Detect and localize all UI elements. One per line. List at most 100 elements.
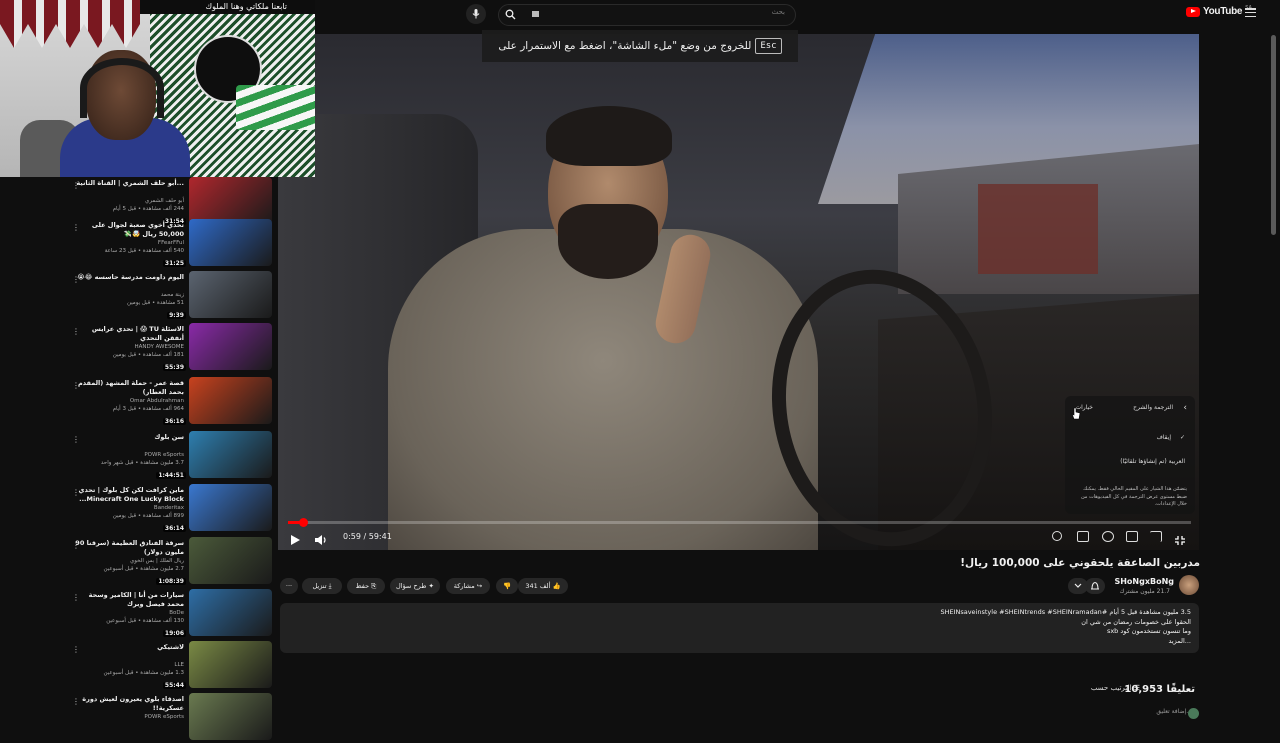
more-vertical-icon[interactable]: ⋮: [72, 697, 80, 706]
video-meta: 130 ألف مشاهدة • قبل أسبوعين: [106, 618, 184, 624]
duration-badge: 9:39: [167, 312, 186, 319]
video-title[interactable]: سرقة الفنادق العظيمة (سرقنا 90 مليون دول…: [74, 539, 184, 557]
video-thumbnail[interactable]: [189, 537, 272, 584]
video-title[interactable]: سيارات من أنا | الكامير وسحة محمد فيصل و…: [74, 591, 184, 609]
video-thumbnail[interactable]: [189, 177, 272, 224]
video-thumbnail[interactable]: [189, 693, 272, 740]
list-item[interactable]: 36:16 قصة عمر - حملة المشهد (المقدم بحمد …: [66, 377, 272, 427]
ask-button[interactable]: طرح سؤال ✦: [390, 578, 440, 594]
more-vertical-icon[interactable]: ⋮: [72, 223, 80, 232]
list-item[interactable]: اصدقاء بلوي يعيرون لعيش دورة عسكرية!! POW…: [66, 693, 272, 743]
description-more-link[interactable]: ...المزيد: [891, 637, 1191, 647]
video-meta: 2.7 مليون مشاهدة • قبل أسبوعين: [103, 566, 184, 572]
share-button[interactable]: مشاركة ↪: [446, 578, 490, 594]
list-item[interactable]: 31:25 تحدي أخوي صعبة لجوال على 50,000 ريا…: [66, 219, 272, 269]
more-vertical-icon[interactable]: ⋮: [72, 181, 80, 190]
video-thumbnail[interactable]: [189, 641, 272, 688]
video-title[interactable]: قصة عمر - حملة المشهد (المقدم بحمد العطا…: [74, 379, 184, 397]
add-comment-input[interactable]: إضافة تعليق...: [1156, 708, 1192, 715]
search-input[interactable]: بحث: [498, 4, 796, 26]
subtitles-icon[interactable]: [1077, 531, 1089, 542]
list-item[interactable]: 1:08:39 سرقة الفنادق العظيمة (سرقنا 90 مل…: [66, 537, 272, 587]
download-button[interactable]: تنزيل ⤓: [302, 578, 342, 594]
captions-note: يتضمّن هذا الشيار على المقيم الحالي فقط.…: [1080, 486, 1187, 507]
more-vertical-icon[interactable]: ⋮: [72, 645, 80, 654]
list-item[interactable]: 19:06 سيارات من أنا | الكامير وسحة محمد ف…: [66, 589, 272, 639]
channel-name[interactable]: FFearFFul: [74, 240, 184, 246]
video-thumbnail[interactable]: [189, 271, 272, 318]
exit-fullscreen-icon[interactable]: [1174, 531, 1186, 545]
captions-off-option[interactable]: إيقاف: [1157, 434, 1171, 441]
like-button[interactable]: 341 ألف 👍: [518, 578, 568, 594]
dislike-button[interactable]: 👎: [496, 578, 518, 594]
more-vertical-icon[interactable]: ⋮: [72, 435, 80, 444]
list-item[interactable]: 36:14 ماين كرافت لكن كل بلوك | تحدي Minec…: [66, 484, 272, 534]
video-thumbnail[interactable]: [189, 431, 272, 478]
video-thumbnail[interactable]: [189, 377, 272, 424]
description-box[interactable]: 3.5 مليون مشاهدة قبل 5 أيام #SHEINsavein…: [280, 603, 1199, 653]
channel-name[interactable]: زينة محمد: [74, 292, 184, 298]
video-thumbnail[interactable]: [189, 589, 272, 636]
duration-badge: 55:44: [162, 682, 186, 689]
voice-search-button[interactable]: [466, 4, 486, 24]
channel-name[interactable]: LLE: [74, 662, 184, 668]
channel-name[interactable]: SHoNgxBoNg: [1114, 577, 1174, 586]
play-button[interactable]: [289, 531, 301, 545]
video-meta: 244 ألف مشاهدة • قبل 5 أيام: [112, 206, 184, 212]
more-vertical-icon[interactable]: ⋮: [72, 593, 80, 602]
channel-name[interactable]: Banderitax: [74, 505, 184, 511]
video-title[interactable]: اليوم داومت مدرسة حاسسه 😂😭: [74, 273, 184, 282]
video-title[interactable]: ...أبو حلف الشمري | القناة الثانية: [74, 179, 184, 188]
video-title[interactable]: لاشتيكي: [74, 643, 184, 652]
channel-name[interactable]: ريال الملك | بس الخوي: [74, 558, 184, 564]
video-title[interactable]: الاسئلة TU 😱 | تحدي عرايس أنفقن التحدي: [74, 325, 184, 343]
more-actions-button[interactable]: ···: [280, 578, 298, 594]
video-title[interactable]: اصدقاء بلوي يعيرون لعيش دورة عسكرية!!: [74, 695, 184, 713]
list-item[interactable]: 55:44 لاشتيكي LLE 1.3 مليون مشاهدة • قبل أس…: [66, 641, 272, 691]
channel-name[interactable]: Omar Abdulrahman: [74, 398, 184, 404]
keyboard-icon[interactable]: [532, 11, 539, 17]
channel-name[interactable]: BoDe: [74, 610, 184, 616]
video-thumbnail[interactable]: [189, 484, 272, 531]
channel-name[interactable]: POWR eSports: [74, 452, 184, 458]
channel-name[interactable]: أبو حلف الشمري: [74, 198, 184, 204]
youtube-logo[interactable]: YouTube SA: [1186, 5, 1252, 17]
channel-name[interactable]: HANDY AWESOME: [74, 344, 184, 350]
duration-badge: 19:06: [162, 630, 186, 637]
menu-button[interactable]: [1245, 8, 1256, 18]
notification-bell-button[interactable]: [1085, 578, 1105, 594]
cast-icon[interactable]: [1150, 531, 1162, 542]
back-arrow-icon[interactable]: ‹: [1183, 403, 1187, 413]
ask-label: طرح سؤال: [396, 582, 427, 590]
more-vertical-icon[interactable]: ⋮: [72, 381, 80, 390]
channel-avatar[interactable]: [1179, 575, 1199, 595]
chevron-down-icon[interactable]: [1068, 578, 1088, 594]
settings-gear-icon[interactable]: [1102, 531, 1114, 542]
save-button[interactable]: حفظ ⎘: [347, 578, 385, 594]
video-player[interactable]: [278, 34, 1199, 550]
more-vertical-icon[interactable]: ⋮: [72, 541, 80, 550]
duration-badge: 55:39: [162, 364, 186, 371]
page-scrollbar[interactable]: [1271, 35, 1276, 235]
list-item[interactable]: 1:44:51 سن بلوك POWR eSports 3.7 مليون مشاه…: [66, 431, 272, 481]
video-meta: 3.7 مليون مشاهدة • قبل شهر واحد: [100, 460, 184, 466]
volume-button[interactable]: [314, 531, 328, 545]
captions-auto-arabic-option[interactable]: العربية (تم إنشاؤها تلقائيًا): [1120, 458, 1185, 465]
video-thumbnail[interactable]: [189, 323, 272, 370]
search-button[interactable]: [500, 5, 520, 23]
video-title[interactable]: سن بلوك: [74, 433, 184, 442]
video-title[interactable]: تحدي أخوي صعبة لجوال على 50,000 ريال 🤯💸: [74, 221, 184, 239]
more-vertical-icon[interactable]: ⋮: [72, 488, 80, 497]
sort-comments-button[interactable]: الترتيب حسب ☰: [1091, 684, 1140, 692]
video-title[interactable]: ماين كرافت لكن كل بلوك | تحدي Minecraft …: [74, 486, 184, 504]
more-vertical-icon[interactable]: ⋮: [72, 327, 80, 336]
list-item[interactable]: 9:39 اليوم داومت مدرسة حاسسه 😂😭 زينة محمد 5…: [66, 271, 272, 321]
miniplayer-icon[interactable]: [1126, 531, 1138, 542]
autoplay-toggle-icon[interactable]: [1052, 531, 1062, 541]
channel-name[interactable]: POWR eSports: [74, 714, 184, 720]
list-item[interactable]: 55:39 الاسئلة TU 😱 | تحدي عرايس أنفقن الت…: [66, 323, 272, 373]
video-thumbnail[interactable]: [189, 219, 272, 266]
save-label: حفظ: [355, 582, 370, 590]
more-vertical-icon[interactable]: ⋮: [72, 275, 80, 284]
progress-bar[interactable]: [288, 521, 1191, 524]
